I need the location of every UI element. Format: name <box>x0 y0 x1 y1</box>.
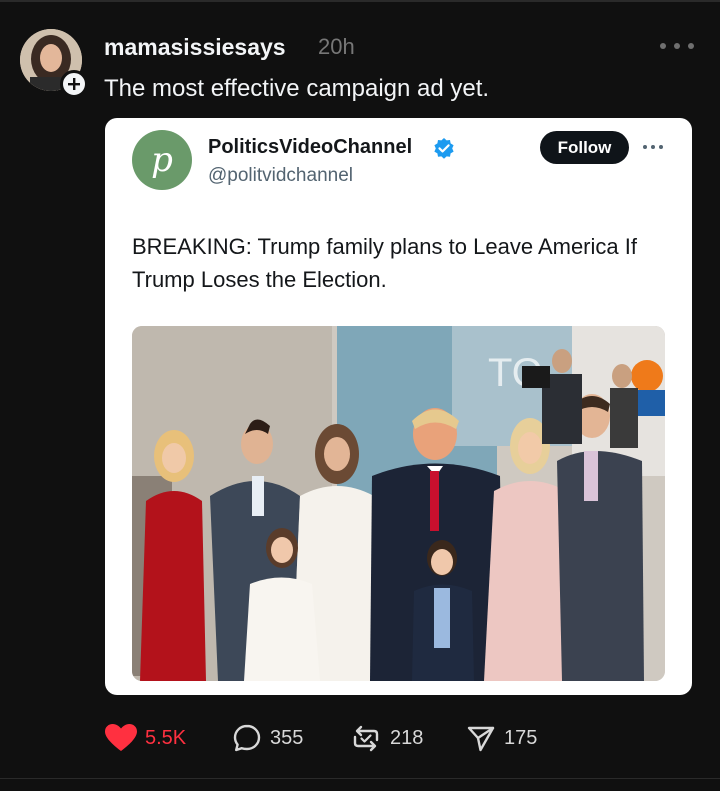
follow-plus-button[interactable] <box>60 70 88 98</box>
repost-button[interactable]: 218 <box>350 722 423 754</box>
share-button[interactable]: 175 <box>466 722 537 754</box>
plus-icon <box>68 78 80 90</box>
author-username[interactable]: mamasissiesays <box>104 34 286 61</box>
post-text: The most effective campaign ad yet. <box>104 75 490 102</box>
tweet-author-handle: @politvidchannel <box>208 165 353 186</box>
bottom-divider <box>0 778 720 779</box>
reply-icon <box>233 724 261 752</box>
more-icon[interactable] <box>660 36 694 56</box>
tweet-text: BREAKING: Trump family plans to Leave Am… <box>132 234 637 292</box>
reply-count: 355 <box>270 726 304 749</box>
like-count: 5.5K <box>145 726 187 749</box>
author-avatar[interactable] <box>20 29 88 98</box>
like-button[interactable]: 5.5K <box>105 722 186 754</box>
verified-badge-icon <box>434 138 454 159</box>
heart-icon <box>105 724 137 751</box>
reply-button[interactable]: 355 <box>232 722 303 754</box>
repost-count: 218 <box>390 726 424 749</box>
tweet-more-icon[interactable] <box>643 145 663 151</box>
post-timestamp: 20h <box>318 34 355 59</box>
embedded-tweet-card[interactable]: p PoliticsVideoChannel @politvidchannel … <box>105 118 692 695</box>
share-count: 175 <box>504 726 538 749</box>
top-divider <box>0 0 720 2</box>
tweet-author-avatar[interactable]: p <box>132 130 192 190</box>
share-icon <box>467 726 495 752</box>
tweet-author-name[interactable]: PoliticsVideoChannel <box>208 136 412 159</box>
follow-button[interactable]: Follow <box>540 131 629 164</box>
tweet-photo[interactable]: TO <box>132 326 665 681</box>
repost-icon <box>353 725 379 752</box>
